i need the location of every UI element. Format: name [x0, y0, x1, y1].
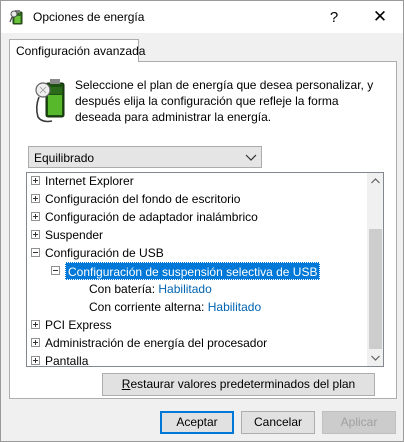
ok-button[interactable]: Aceptar [160, 411, 234, 434]
setting-on-battery[interactable]: Con batería: Habilitado [89, 280, 212, 298]
power-options-icon [9, 10, 23, 25]
restore-defaults-button[interactable]: Restaurar valores predeterminados del pl… [102, 373, 375, 396]
battery-plug-icon [35, 79, 65, 123]
close-button[interactable]: ✕ [357, 1, 403, 33]
expand-icon[interactable] [31, 320, 40, 329]
expand-icon[interactable] [31, 194, 40, 203]
help-icon: ? [329, 8, 339, 26]
tab-label: Configuración avanzada [16, 44, 146, 58]
tab-advanced-settings[interactable]: Configuración avanzada [9, 39, 145, 62]
power-plan-dropdown[interactable]: Equilibrado [28, 146, 262, 168]
scrollbar-thumb[interactable] [369, 229, 382, 349]
tree-item-label: PCI Express [45, 318, 112, 332]
power-plan-value: Equilibrado [34, 151, 95, 165]
collapse-icon[interactable] [51, 266, 60, 275]
tree-item-label-selected: Configuración de suspensión selectiva de… [65, 262, 321, 280]
setting-label: Con corriente alterna: [89, 300, 205, 314]
scroll-down-icon[interactable] [371, 355, 380, 361]
setting-value-link[interactable]: Habilitado [208, 300, 261, 314]
setting-label: Con batería: [89, 282, 156, 296]
power-options-dialog: Opciones de energía ? ✕ Configuración av… [0, 0, 404, 442]
expand-icon[interactable] [31, 356, 40, 365]
scroll-up-icon[interactable] [371, 178, 380, 184]
expand-icon[interactable] [31, 338, 40, 347]
collapse-icon[interactable] [31, 248, 40, 257]
tree-item-label: Configuración de adaptador inalámbrico [45, 210, 258, 224]
setting-value-link[interactable]: Habilitado [158, 282, 211, 296]
tree-item-label: Configuración de USB [45, 246, 164, 260]
settings-tree[interactable]: Internet Explorer Configuración del fond… [26, 172, 384, 367]
expand-icon[interactable] [31, 176, 40, 185]
chevron-down-icon [245, 154, 257, 161]
description-text: Seleccione el plan de energía que desea … [75, 78, 374, 124]
advanced-settings-panel: Seleccione el plan de energía que desea … [9, 61, 397, 399]
window-title: Opciones de energía [33, 10, 145, 24]
tree-item-label: Administración de energía del procesador [45, 336, 268, 350]
title-bar: Opciones de energía ? ✕ [1, 1, 403, 33]
apply-button[interactable]: Aplicar [322, 411, 396, 434]
help-button[interactable]: ? [311, 1, 357, 33]
close-icon: ✕ [372, 7, 388, 26]
cancel-button[interactable]: Cancelar [241, 411, 315, 434]
tree-item-label: Configuración del fondo de escritorio [45, 192, 241, 206]
tree-item-label: Pantalla [45, 354, 89, 367]
expand-icon[interactable] [31, 212, 40, 221]
vertical-scrollbar[interactable] [367, 173, 383, 366]
expand-icon[interactable] [31, 230, 40, 239]
tree-item-label: Suspender [45, 228, 104, 242]
restore-label: estaurar valores predeterminados del pla… [130, 377, 356, 391]
setting-plugged-in[interactable]: Con corriente alterna: Habilitado [89, 298, 261, 316]
tree-item-label: Internet Explorer [45, 174, 134, 188]
